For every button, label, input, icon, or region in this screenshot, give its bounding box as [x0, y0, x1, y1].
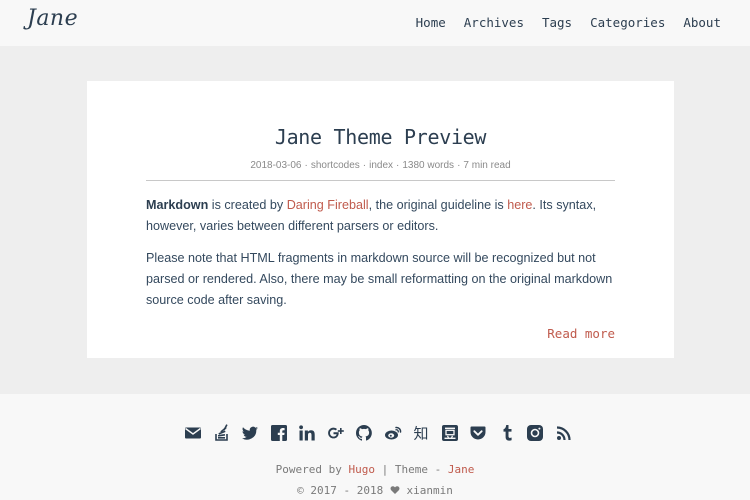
- guideline-link[interactable]: here: [507, 198, 532, 212]
- facebook-icon[interactable]: [270, 424, 288, 442]
- read-time: 7 min read: [463, 160, 511, 171]
- post-paragraph-2: Please note that HTML fragments in markd…: [146, 251, 613, 307]
- google-plus-icon[interactable]: [327, 424, 345, 442]
- post-meta: 2018-03-06 · shortcodes · index · 1380 words · 7…: [250, 160, 511, 171]
- site-footer: 知 Powered by Hugo | Theme - Jane © 2017 …: [0, 394, 750, 500]
- read-more-link[interactable]: Read more: [547, 326, 615, 341]
- nav-tags[interactable]: Tags: [542, 15, 572, 30]
- stack-overflow-icon[interactable]: [213, 424, 231, 442]
- tumblr-icon[interactable]: [498, 424, 516, 442]
- email-icon[interactable]: [184, 424, 202, 442]
- heart-icon: [390, 485, 400, 498]
- pocket-icon[interactable]: [469, 424, 487, 442]
- category-index[interactable]: index: [369, 160, 393, 171]
- social-links: 知: [184, 424, 573, 442]
- hugo-link[interactable]: Hugo: [349, 463, 376, 476]
- post-paragraph-1: Markdown is created by Daring Fireball, …: [146, 195, 620, 237]
- weibo-icon[interactable]: [384, 424, 402, 442]
- rss-icon[interactable]: [555, 424, 573, 442]
- nav-categories[interactable]: Categories: [590, 15, 665, 30]
- copyright-years: © 2017 - 2018: [297, 484, 384, 497]
- post-card: Jane Theme Preview 2018-03-06 · shortcodes…: [87, 81, 674, 358]
- jane-theme-link[interactable]: Jane: [448, 463, 475, 476]
- word-count: 1380 words: [402, 160, 455, 171]
- category-shortcodes[interactable]: shortcodes: [311, 160, 360, 171]
- twitter-icon[interactable]: [241, 424, 259, 442]
- copyright-line: © 2017 - 2018 xianmin: [0, 484, 750, 498]
- nav-archives[interactable]: Archives: [464, 15, 524, 30]
- nav-about[interactable]: About: [683, 15, 721, 30]
- zhihu-glyph: 知: [413, 425, 428, 443]
- p1-text-a: is created by: [208, 198, 287, 212]
- nav-home[interactable]: Home: [416, 15, 446, 30]
- powered-prefix: Powered by: [275, 463, 349, 476]
- site-logo[interactable]: Jane: [27, 6, 78, 31]
- author-name: xianmin: [406, 484, 453, 497]
- post-title[interactable]: Jane Theme Preview: [87, 125, 674, 149]
- site-header: Jane Home Archives Tags Categories About: [0, 0, 750, 46]
- instagram-icon[interactable]: [526, 424, 544, 442]
- powered-by-line: Powered by Hugo | Theme - Jane: [0, 463, 750, 476]
- post-date: 2018-03-06: [250, 160, 302, 171]
- douban-icon[interactable]: [441, 424, 459, 442]
- github-icon[interactable]: [355, 424, 373, 442]
- main-nav: Home Archives Tags Categories About: [416, 15, 721, 30]
- zhihu-icon[interactable]: 知: [412, 424, 430, 443]
- daring-fireball-link[interactable]: Daring Fireball: [287, 198, 369, 212]
- p1-text-b: , the original guideline is: [368, 198, 508, 212]
- title-divider: [146, 180, 615, 181]
- theme-label: | Theme -: [375, 463, 448, 476]
- linkedin-icon[interactable]: [298, 424, 316, 442]
- markdown-bold: Markdown: [146, 198, 209, 212]
